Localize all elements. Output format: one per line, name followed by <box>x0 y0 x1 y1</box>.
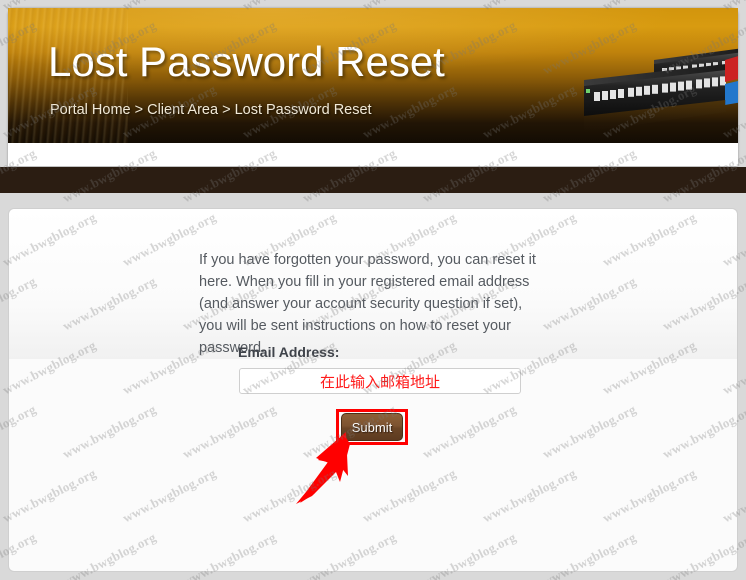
windows-logo-icon <box>725 56 738 105</box>
email-input[interactable] <box>239 368 521 394</box>
site-nav-bar <box>0 167 746 193</box>
network-switch-image <box>584 48 738 132</box>
email-address-label: Email Address: <box>238 344 340 360</box>
breadcrumb[interactable]: Portal Home > Client Area > Lost Passwor… <box>50 102 372 118</box>
page-banner: Lost Password Reset Portal Home > Client… <box>8 8 738 143</box>
instructions-text: If you have forgotten your password, you… <box>199 251 536 356</box>
page-title: Lost Password Reset <box>48 38 445 85</box>
submit-button[interactable]: Submit <box>341 413 403 441</box>
main-content-panel: If you have forgotten your password, you… <box>8 208 738 572</box>
